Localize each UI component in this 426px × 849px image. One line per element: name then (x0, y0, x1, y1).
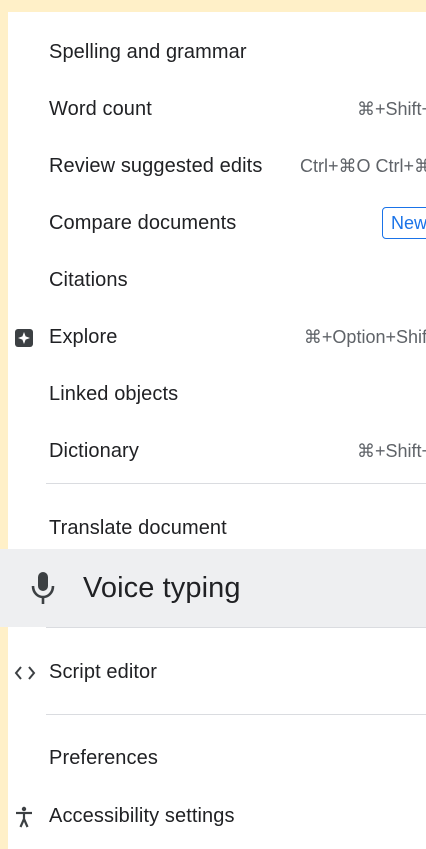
new-badge: New (382, 207, 426, 239)
code-brackets-icon (14, 665, 36, 681)
menu-item-dictionary[interactable]: Dictionary ⌘+Shift+ (8, 423, 426, 480)
menu-item-script-editor[interactable]: Script editor (8, 644, 426, 701)
keyboard-shortcut: ⌘+Shift+ (356, 441, 426, 461)
menu-item-label: Linked objects (49, 383, 179, 405)
menu-divider (46, 714, 426, 715)
tools-menu: Spelling and grammar Word count ⌘+Shift+… (8, 12, 426, 849)
microphone-icon (30, 571, 56, 605)
menu-item-linked-objects[interactable]: Linked objects (8, 366, 426, 423)
accessibility-icon (14, 806, 34, 828)
menu-item-preferences[interactable]: Preferences (8, 730, 426, 787)
menu-item-label: Voice typing (83, 571, 241, 604)
menu-item-label: Accessibility settings (49, 805, 235, 827)
menu-item-label: Word count (49, 98, 152, 120)
menu-item-citations[interactable]: Citations (8, 252, 426, 309)
menu-item-label: Translate document (49, 517, 227, 539)
menu-item-accessibility-settings[interactable]: Accessibility settings (8, 788, 426, 845)
keyboard-shortcut: ⌘+Option+Shift (303, 327, 426, 347)
menu-item-label: Spelling and grammar (49, 41, 247, 63)
menu-divider (46, 627, 426, 628)
menu-item-spelling-and-grammar[interactable]: Spelling and grammar (8, 24, 426, 81)
keyboard-shortcut: Ctrl+⌘O Ctrl+⌘ (299, 156, 426, 176)
menu-item-label: Citations (49, 269, 128, 291)
menu-item-label: Explore (49, 326, 118, 348)
menu-item-explore[interactable]: Explore ⌘+Option+Shift (8, 309, 426, 366)
menu-item-word-count[interactable]: Word count ⌘+Shift+ (8, 81, 426, 138)
menu-item-label: Preferences (49, 747, 158, 769)
menu-divider (46, 483, 426, 484)
menu-item-label: Review suggested edits (49, 155, 263, 177)
menu-item-label: Script editor (49, 661, 158, 683)
menu-item-label: Compare documents (49, 212, 237, 234)
explore-icon (14, 328, 34, 348)
menu-item-voice-typing[interactable]: Voice typing (0, 549, 426, 627)
menu-item-label: Dictionary (49, 440, 139, 462)
keyboard-shortcut: ⌘+Shift+ (356, 99, 426, 119)
menu-item-review-suggested-edits[interactable]: Review suggested edits Ctrl+⌘O Ctrl+⌘ (8, 138, 426, 195)
menu-item-compare-documents[interactable]: Compare documents New (8, 195, 426, 252)
